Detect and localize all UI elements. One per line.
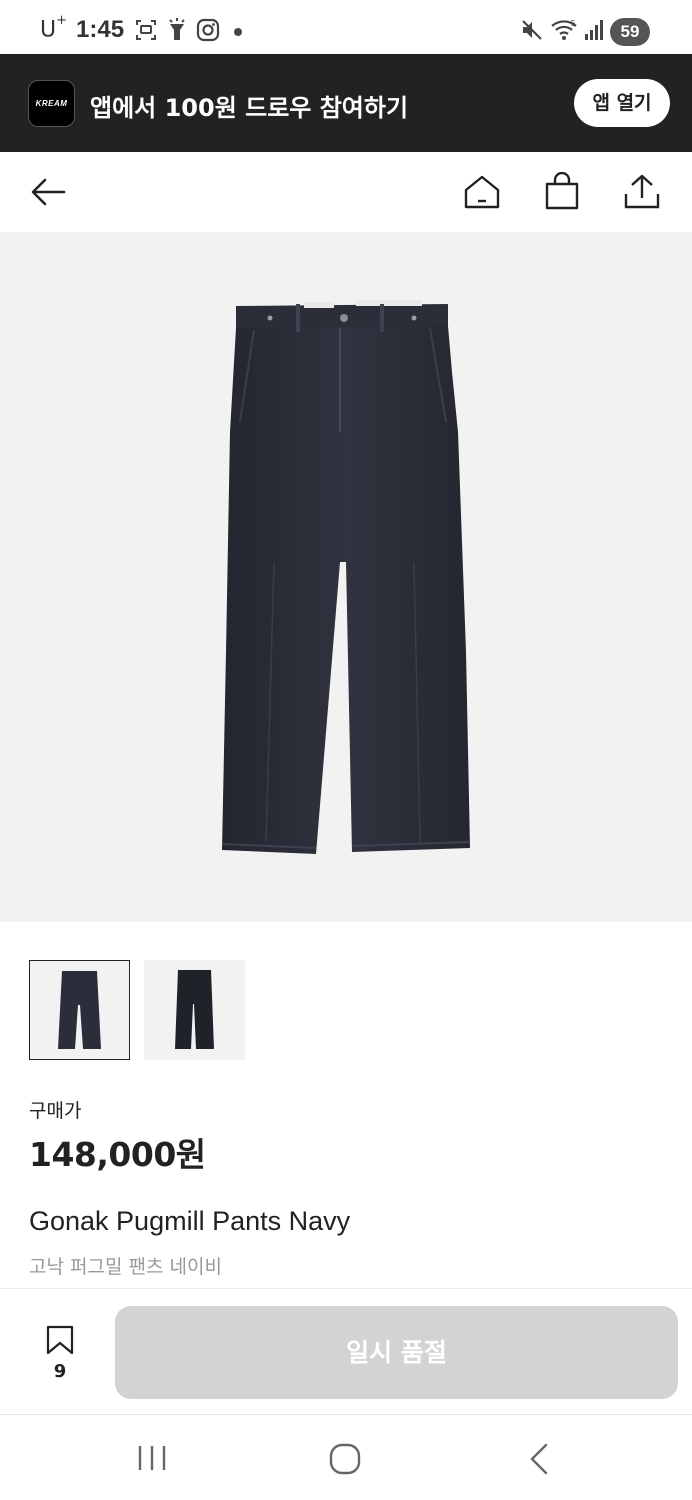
flashlight-icon [169,18,185,40]
home-button-icon[interactable] [329,1443,361,1475]
mute-icon [522,20,542,40]
system-back-icon[interactable] [526,1443,552,1475]
svg-text:5: 5 [571,19,576,28]
product-name-korean: 고낙 퍼그밀 팬츠 네이비 [29,1256,222,1278]
share-icon[interactable] [622,172,662,212]
price-value: 148,000원 [29,1135,206,1174]
bookmark-button[interactable]: 9 [38,1317,82,1387]
kream-logo: KREAM [28,80,75,127]
price-label: 구매가 [29,1100,82,1122]
thumbnail-pants-back [175,970,214,1049]
recent-apps-icon[interactable] [137,1443,167,1473]
battery-indicator: 59 [610,18,650,46]
instagram-icon [196,18,220,42]
signal-icon [585,20,603,40]
thumbnail-2[interactable] [144,960,245,1060]
product-name-english: Gonak Pugmill Pants Navy [29,1206,351,1236]
banner-text: 앱에서 100원 드로우 참여하기 [90,94,409,122]
screenshot-icon [136,20,156,40]
back-arrow-icon[interactable] [28,172,68,212]
top-navigation [0,152,692,232]
system-navigation-bar [0,1414,692,1500]
bookmark-count: 9 [53,1361,67,1382]
thumbnail-pants-front [58,971,101,1049]
status-bar: U+ 1:45 5 59 [0,0,692,54]
open-app-button[interactable]: 앱 열기 [574,79,670,127]
shopping-bag-icon[interactable] [542,172,582,212]
product-image[interactable] [0,232,692,922]
dot-icon [234,28,242,36]
bottom-action-bar: 9 일시 품절 [0,1288,692,1414]
pants-image [221,300,471,854]
clock: 1:45 [76,16,125,43]
app-download-banner: KREAM 앱에서 100원 드로우 참여하기 앱 열기 [0,54,692,152]
wifi-icon: 5 [551,19,577,40]
thumbnail-1[interactable] [29,960,130,1060]
carrier-label: U+ [40,13,68,43]
home-icon[interactable] [462,172,502,212]
bookmark-icon [46,1325,74,1355]
sold-out-button[interactable]: 일시 품절 [115,1306,678,1399]
